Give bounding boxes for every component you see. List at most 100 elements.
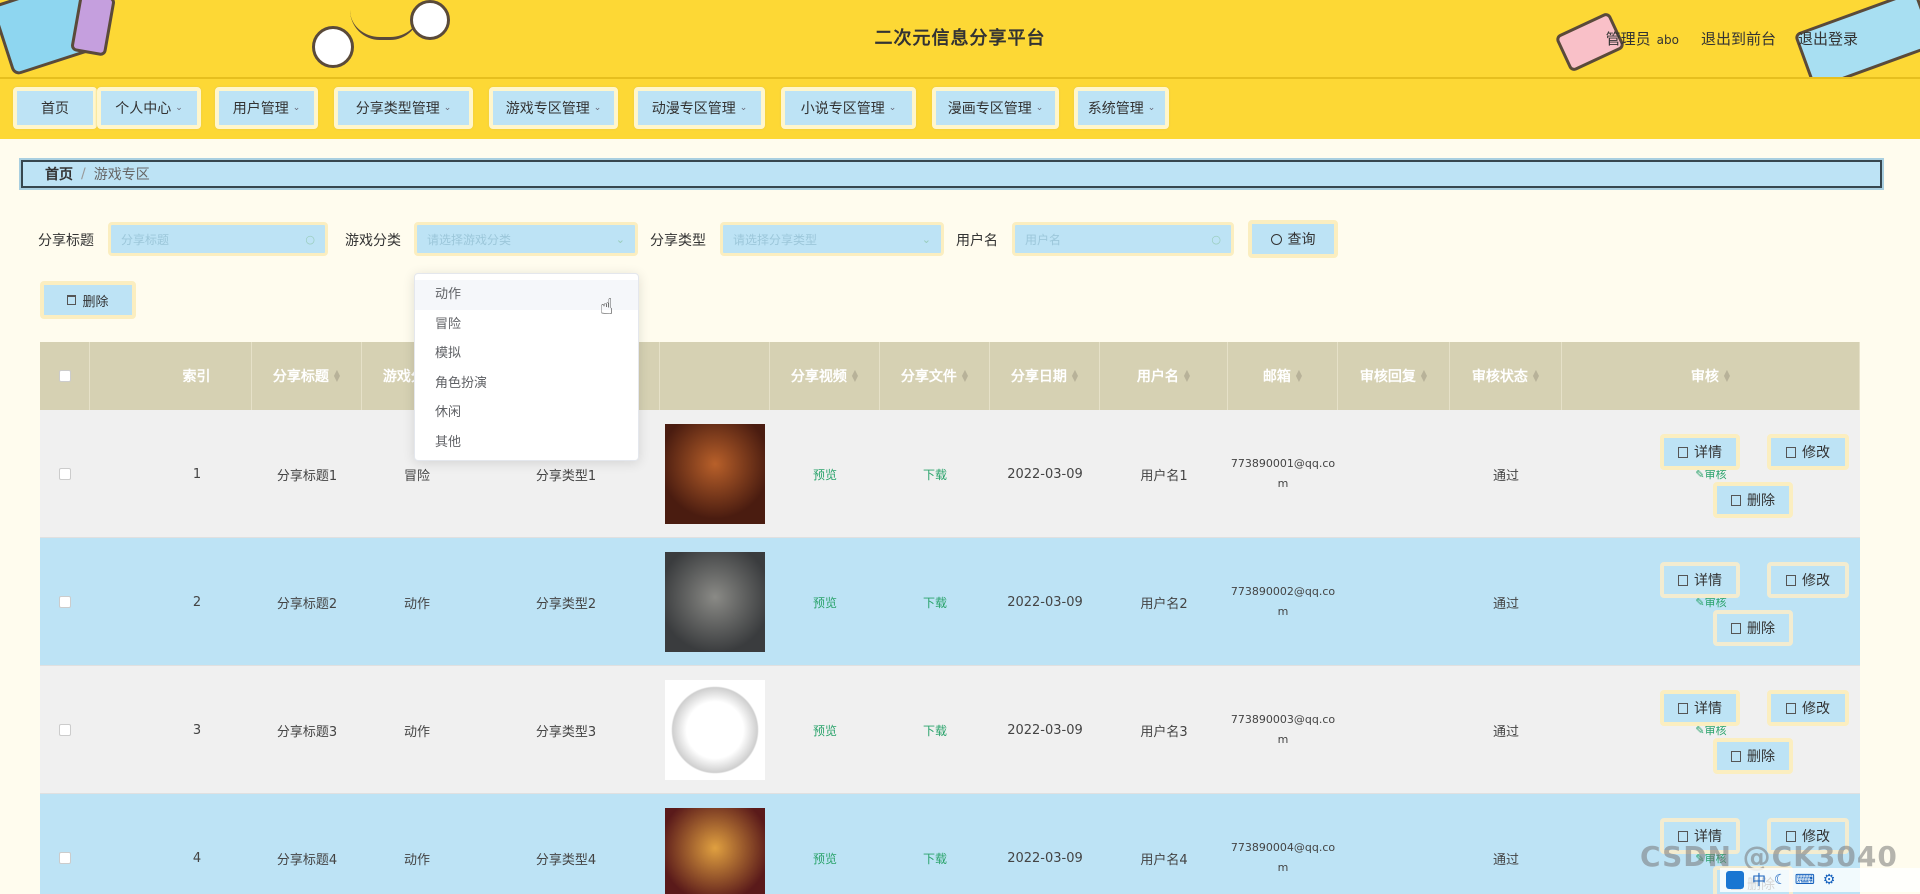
video-preview-link[interactable]: 预览 <box>813 466 837 483</box>
nav-item-3[interactable]: 用户管理 ⌄ <box>215 87 318 129</box>
column-header-label: 用户名 <box>1136 369 1179 385</box>
sort-icon[interactable]: ▲▼ <box>334 369 340 383</box>
share-title: 分享标题4 <box>276 852 338 868</box>
share-title: 分享标题3 <box>276 724 338 740</box>
breadcrumb-home[interactable]: 首页 <box>45 164 73 184</box>
dropdown-option[interactable]: 模拟 <box>415 339 638 369</box>
qq-icon[interactable] <box>1726 871 1744 889</box>
username-filter-input[interactable]: 用户名 ○ <box>1012 222 1234 256</box>
share-thumbnail[interactable] <box>665 808 765 894</box>
share-type-select[interactable]: 请选择分享类型 ⌄ <box>720 222 944 256</box>
nav-item-4[interactable]: 分享类型管理 ⌄ <box>334 87 473 129</box>
table-header: 索引分享标题▲▼游戏分类▲▼分享类型▲▼分享视频▲▼分享文件▲▼分享日期▲▼用户… <box>40 342 1860 410</box>
sort-icon[interactable]: ▲▼ <box>1296 369 1302 383</box>
keyboard-icon: ⌨ <box>1794 872 1815 888</box>
chevron-down-icon: ⌄ <box>739 103 748 113</box>
row-checkbox[interactable] <box>59 724 71 736</box>
video-preview-link[interactable]: 预览 <box>813 722 837 739</box>
row-index: 2 <box>192 594 202 610</box>
file-download-link-cell: 下载 <box>880 666 990 794</box>
share-date: 2022-03-09 <box>1007 594 1083 610</box>
column-header: 审核状态 ▲ ▼ <box>1450 342 1562 410</box>
share-thumbnail[interactable] <box>665 424 765 524</box>
share-date-cell: 2022-03-09 <box>990 666 1100 794</box>
sort-icon[interactable]: ▲▼ <box>852 369 858 383</box>
column-header: 分享日期 ▲ ▼ <box>990 342 1100 410</box>
nav-item-5[interactable]: 游戏专区管理 ⌄ <box>489 87 618 129</box>
column-header-label: 分享文件 <box>900 369 957 385</box>
dropdown-option[interactable]: 其他 <box>415 428 638 458</box>
share-thumbnail[interactable] <box>665 552 765 652</box>
game-category: 冒险 <box>403 468 430 484</box>
detail-button[interactable]: 详情 <box>1660 690 1740 726</box>
logout-link[interactable]: 退出登录 <box>1798 28 1858 49</box>
delete-button-label: 删除 <box>1747 493 1775 509</box>
file-download-link[interactable]: 下载 <box>923 850 947 867</box>
game-share-table: 索引分享标题▲▼游戏分类▲▼分享类型▲▼分享视频▲▼分享文件▲▼分享日期▲▼用户… <box>40 342 1860 894</box>
row-checkbox[interactable] <box>59 468 71 480</box>
batch-delete-button[interactable]: 删除 <box>40 281 136 319</box>
nav-item-7[interactable]: 小说专区管理 ⌄ <box>781 87 916 129</box>
delete-button[interactable]: 删除 <box>1713 482 1793 518</box>
current-user: 管理员 abo <box>1606 28 1679 49</box>
title-filter-label: 分享标题 <box>38 233 94 249</box>
role-label: 管理员 <box>1605 30 1651 48</box>
file-download-link[interactable]: 下载 <box>923 594 947 611</box>
query-button[interactable]: 查询 <box>1248 220 1338 258</box>
nav-item-9[interactable]: 系统管理 ⌄ <box>1074 87 1169 129</box>
nav-item-2[interactable]: 个人中心 ⌄ <box>97 87 201 129</box>
row-actions: 详情 修改删除 <box>1562 666 1860 794</box>
sort-icon[interactable]: ▲▼ <box>1072 369 1078 383</box>
video-preview-link[interactable]: 预览 <box>813 850 837 867</box>
row-checkbox[interactable] <box>59 852 71 864</box>
game-category-select[interactable]: 请选择游戏分类 ⌄ <box>414 222 638 256</box>
row-checkbox[interactable] <box>59 596 71 608</box>
sort-icon[interactable]: ▲▼ <box>1184 369 1190 383</box>
nav-item-label: 漫画专区管理 <box>947 101 1032 117</box>
share-title-cell: 分享标题3 <box>252 666 362 794</box>
detail-button[interactable]: 详情 <box>1660 434 1740 470</box>
nav-item-6[interactable]: 动漫专区管理 ⌄ <box>634 87 765 129</box>
audit-status: 通过 <box>1492 468 1519 484</box>
select-all-checkbox[interactable] <box>58 370 71 382</box>
audit-reply-cell <box>1338 410 1450 538</box>
row-username-cell: 用户名4 <box>1100 794 1228 894</box>
delete-button[interactable]: 删除 <box>1713 738 1793 774</box>
edit-button[interactable]: 修改 <box>1767 434 1849 470</box>
sort-icon[interactable]: ▲▼ <box>1724 369 1730 383</box>
sort-icon[interactable]: ▲▼ <box>962 369 968 383</box>
nav-item-1[interactable]: 首页 <box>13 87 97 129</box>
share-date-cell: 2022-03-09 <box>990 794 1100 894</box>
file-download-link[interactable]: 下载 <box>923 722 947 739</box>
video-preview-link[interactable]: 预览 <box>813 594 837 611</box>
trash-icon <box>1731 622 1741 634</box>
pencil-icon <box>1786 446 1796 458</box>
share-type: 分享类型1 <box>535 468 597 484</box>
nav-item-8[interactable]: 漫画专区管理 ⌄ <box>932 87 1059 129</box>
chevron-down-icon: ⌄ <box>888 103 897 113</box>
column-header: 分享标题 ▲ ▼ <box>252 342 362 410</box>
detail-button-label: 详情 <box>1694 701 1722 717</box>
detail-button[interactable]: 详情 <box>1660 562 1740 598</box>
title-filter-input[interactable]: 分享标题 ○ <box>108 222 328 256</box>
edit-button[interactable]: 修改 <box>1767 562 1849 598</box>
select-all-cell <box>40 342 90 410</box>
video-preview-link-cell: 预览 <box>770 794 880 894</box>
delete-button[interactable]: 删除 <box>1713 610 1793 646</box>
clear-icon: ○ <box>305 232 315 246</box>
sort-icon[interactable]: ▲▼ <box>1421 369 1427 383</box>
column-header-label: 分享视频 <box>790 369 847 385</box>
nav-item-label: 小说专区管理 <box>800 101 885 117</box>
dropdown-option[interactable]: 休闲 <box>415 398 638 428</box>
audit-status: 通过 <box>1492 852 1519 868</box>
game-category: 动作 <box>403 724 430 740</box>
dropdown-option[interactable]: 角色扮演 <box>415 369 638 399</box>
share-thumbnail[interactable] <box>665 680 765 780</box>
file-download-link[interactable]: 下载 <box>923 466 947 483</box>
share-type: 分享类型3 <box>535 724 597 740</box>
ime-indicator[interactable]: 中 <box>1752 870 1766 890</box>
edit-button[interactable]: 修改 <box>1767 690 1849 726</box>
file-download-link-cell: 下载 <box>880 538 990 666</box>
sort-icon[interactable]: ▲▼ <box>1533 369 1539 383</box>
goto-front-link[interactable]: 退出到前台 <box>1701 28 1776 49</box>
